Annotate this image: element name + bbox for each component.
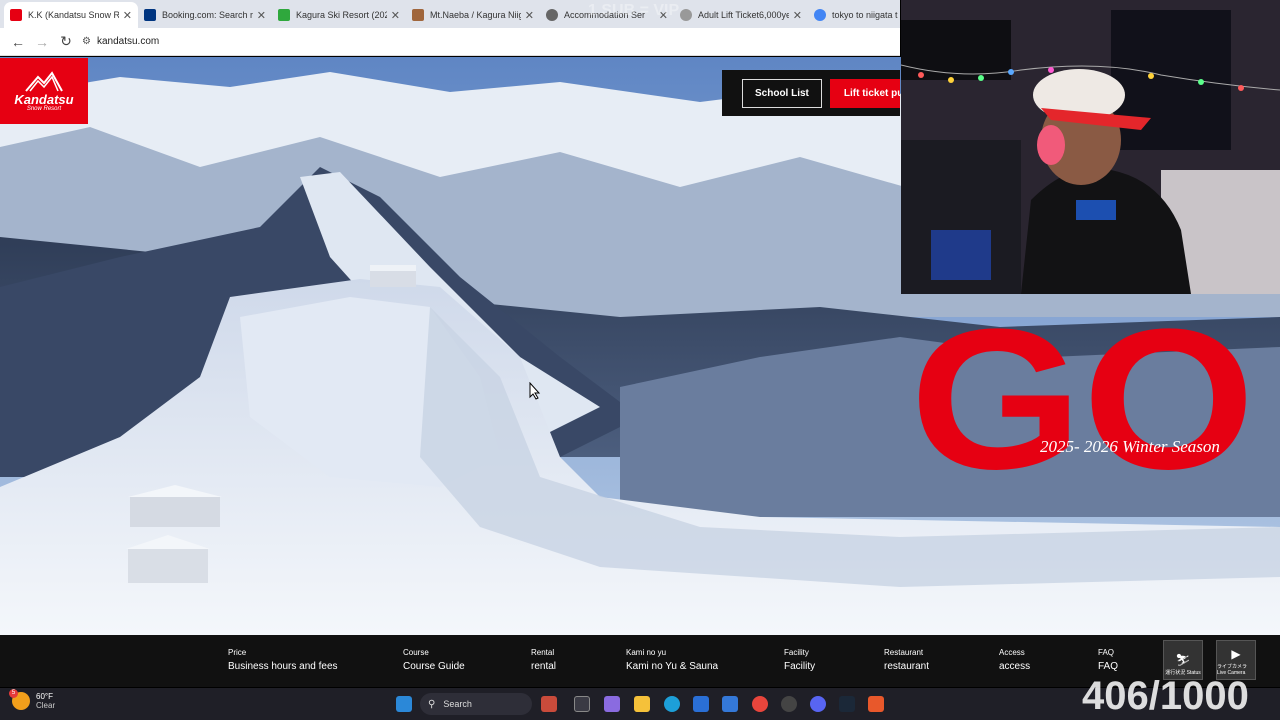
footer-item-access[interactable]: Access access [999,647,1030,675]
kagura-favicon-icon [278,9,290,21]
footer-item-course[interactable]: Course Course Guide [403,647,465,675]
tab-kagura[interactable]: Kagura Ski Resort (2025 ✕ [272,2,406,28]
footer-item-big: access [999,661,1031,672]
google-favicon-icon [814,9,826,21]
footer-item-small: Restaurant [884,648,924,657]
copilot-icon[interactable] [604,696,620,712]
kandatsu-logo[interactable]: Kandatsu Snow Resort [0,58,88,124]
footer-item-small: Course [403,648,429,657]
outlook-icon[interactable] [722,696,738,712]
logo-name: Kandatsu [14,91,74,107]
tab-label: K.K (Kandatsu Snow Resort) [28,10,119,20]
store-icon[interactable] [693,696,709,712]
taskbar-search[interactable]: ⚲ Search [420,693,532,715]
footer-item-big: Kami no Yu & Sauna [626,661,719,672]
footer-item-big: restaurant [884,661,930,672]
search-icon: ⚲ [428,698,436,710]
lift-ticket-button[interactable]: Lift ticket pu [829,78,900,108]
footer-item-price[interactable]: Price Business hours and fees [228,647,338,675]
chrome-icon[interactable] [752,696,768,712]
footer-item-faq[interactable]: FAQ FAQ [1098,647,1118,675]
tab-label: Booking.com: Search re [162,10,253,20]
close-icon[interactable]: ✕ [123,9,132,22]
footer-item-facility[interactable]: Facility Facility [784,647,815,675]
back-button[interactable]: ← [6,30,30,54]
tab-google-search[interactable]: tokyo to niigata train - [808,2,904,28]
footer-item-rental[interactable]: Rental rental [531,647,556,675]
season-text: 2025- 2026 Winter Season [1040,437,1220,456]
tab-lift-ticket[interactable]: Adult Lift Ticket6,000ye ✕ [674,2,808,28]
tab-booking[interactable]: Booking.com: Search re ✕ [138,2,272,28]
url-text: kandatsu.com [96,36,160,47]
close-icon[interactable]: ✕ [793,9,802,22]
browser-tab-bar: K.K (Kandatsu Snow Resort) ✕ Booking.com… [0,0,900,28]
weather-condition: Clear [36,701,56,710]
tab-kandatsu[interactable]: K.K (Kandatsu Snow Resort) ✕ [4,2,138,28]
footer-item-restaurant[interactable]: Restaurant restaurant [884,647,929,675]
site-info-icon[interactable]: ⚙ [82,36,91,47]
tab-label: Kagura Ski Resort (2025 [296,10,387,20]
close-icon[interactable]: ✕ [391,9,400,22]
footer-item-big: rental [531,661,557,672]
edge-icon[interactable] [664,696,680,712]
footer-item-big: Business hours and fees [228,661,338,672]
mountain-logo-icon [25,70,63,92]
weather-widget[interactable]: 5 60°F Clear [9,689,56,710]
windows-start-icon[interactable] [396,696,412,712]
globe-icon [546,9,558,21]
webcam-overlay [901,0,1280,294]
sub-counter: 406/1000 [1082,674,1249,718]
footer-item-small: Access [999,648,1025,657]
footer-item-small: Rental [531,648,555,657]
tab-label: tokyo to niigata train - [832,10,898,20]
close-icon[interactable]: ✕ [525,9,534,22]
camera-icon: ▶ [1231,647,1241,661]
footer-item-small: FAQ [1098,648,1115,657]
lift-icon: ⛷ [1175,653,1191,667]
tab-naeba[interactable]: Mt.Naeba / Kagura Niig ✕ [406,2,540,28]
school-list-button[interactable]: School List [742,78,822,108]
logo-subtitle: Snow Resort [26,105,62,112]
booking-favicon-icon [144,9,156,21]
header-buttons: School List Lift ticket pu [722,70,900,116]
screen: K.K (Kandatsu Snow Resort) ✕ Booking.com… [0,0,1280,720]
gift-app-icon[interactable] [541,696,557,712]
footer-item-big: Course Guide [403,661,465,672]
discord-icon[interactable] [810,696,826,712]
sun-icon: 5 [9,689,30,710]
footer-item-small: Kami no yu [626,648,667,657]
task-view-icon[interactable] [574,696,590,712]
app-icon[interactable] [781,696,797,712]
address-bar: ← → ↻ ⚙ kandatsu.com [0,28,900,56]
naeba-favicon-icon [412,9,424,21]
notification-badge: 5 [9,689,18,698]
weather-temp: 60°F [36,692,53,701]
tab-label: Mt.Naeba / Kagura Niig [430,10,521,20]
kandatsu-favicon-icon [10,9,22,21]
footer-item-small: Facility [784,648,809,657]
close-icon[interactable]: ✕ [257,9,266,22]
steam-icon[interactable] [839,696,855,712]
tab-label: Adult Lift Ticket6,000ye [698,10,789,20]
footer-item-big: Facility [784,661,816,672]
footer-item-small: Price [228,648,247,657]
mouse-cursor-icon [529,382,541,400]
footer-item-big: FAQ [1098,661,1119,672]
globe-icon [680,9,692,21]
file-explorer-icon[interactable] [634,696,650,712]
streaming-app-icon[interactable] [868,696,884,712]
search-placeholder: Search [443,699,472,709]
forward-button[interactable]: → [30,30,54,54]
reload-button[interactable]: ↻ [54,30,78,54]
url-field[interactable]: ⚙ kandatsu.com [82,36,159,47]
footer-item-kami-no-yu[interactable]: Kami no yu Kami no Yu & Sauna [626,647,718,675]
webcam-scene [901,0,1280,294]
sub-goal-text: 1 SUB = VIP [588,2,680,19]
